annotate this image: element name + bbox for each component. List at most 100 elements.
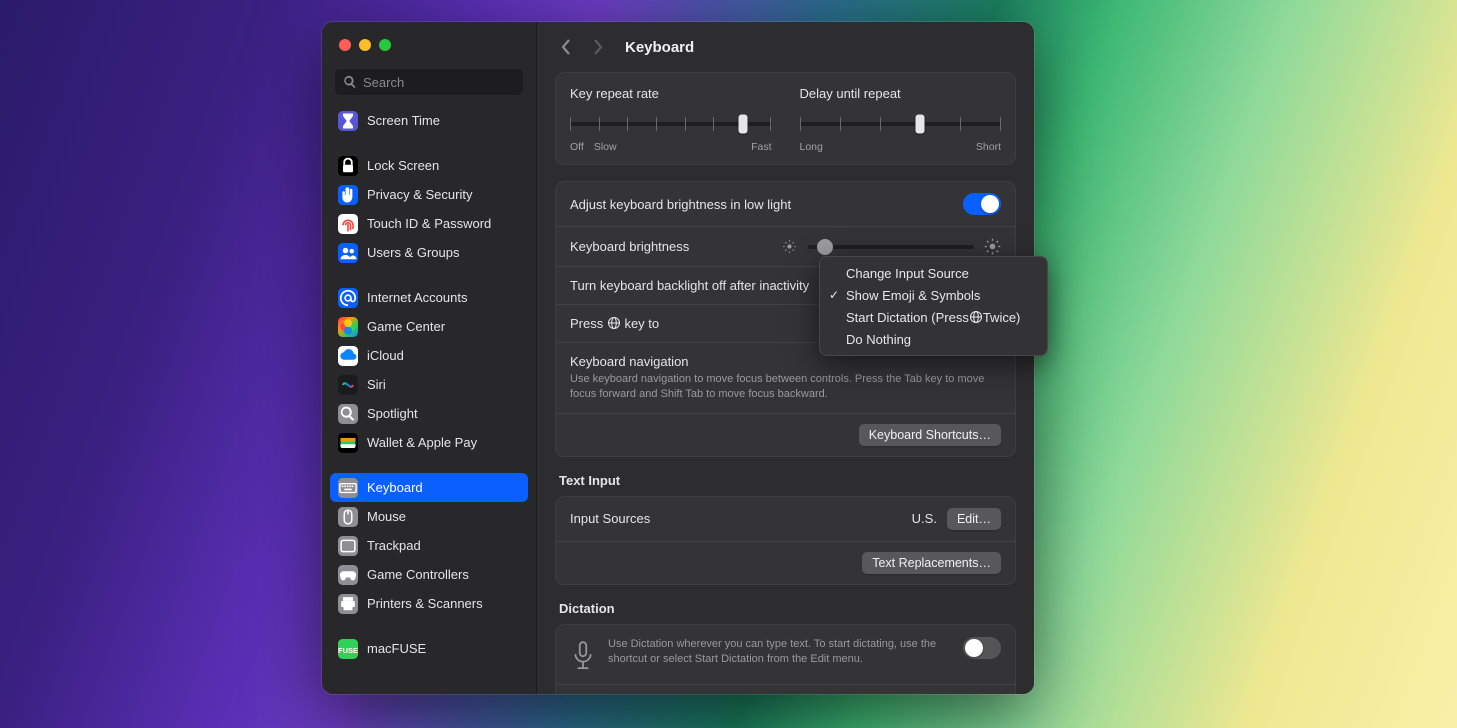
- auto-brightness-toggle[interactable]: [963, 193, 1001, 215]
- globe-key-dropdown[interactable]: Change Input SourceShow Emoji & SymbolsS…: [819, 256, 1048, 356]
- brightness-slider[interactable]: [781, 238, 1001, 255]
- delay-repeat-label: Delay until repeat: [800, 86, 1002, 101]
- key-repeat-label: Key repeat rate: [570, 86, 772, 101]
- users-icon: [338, 243, 358, 263]
- sidebar-item-screen-time[interactable]: Screen Time: [330, 106, 528, 135]
- sidebar-item-label: Lock Screen: [367, 158, 439, 173]
- back-button[interactable]: [555, 33, 577, 61]
- trackpad-icon: [338, 536, 358, 556]
- forward-button[interactable]: [587, 33, 609, 61]
- svg-text:FUSE: FUSE: [338, 645, 358, 654]
- delay-repeat-slider[interactable]: [800, 115, 1002, 133]
- lock-icon: [338, 156, 358, 176]
- dictation-toggle[interactable]: [963, 637, 1001, 659]
- settings-scroll[interactable]: Key repeat rate Off Slow Fast: [537, 72, 1034, 694]
- sidebar-item-label: Siri: [367, 377, 386, 392]
- sidebar-item-game-controllers[interactable]: Game Controllers: [330, 560, 528, 589]
- hand-icon: [338, 185, 358, 205]
- sidebar-item-icloud[interactable]: iCloud: [330, 341, 528, 370]
- keyboard-nav-desc: Use keyboard navigation to move focus be…: [570, 372, 1001, 402]
- sidebar-item-game-center[interactable]: Game Center: [330, 312, 528, 341]
- controller-icon: [338, 565, 358, 585]
- keyboard-icon: [338, 478, 358, 498]
- sidebar-item-label: Mouse: [367, 509, 406, 524]
- traffic-lights: [322, 22, 536, 62]
- brightness-label: Keyboard brightness: [570, 239, 689, 254]
- sidebar-item-label: Printers & Scanners: [367, 596, 483, 611]
- sidebar-item-label: Game Center: [367, 319, 445, 334]
- input-sources-edit-button[interactable]: Edit…: [947, 508, 1001, 530]
- sidebar-item-wallet-apple-pay[interactable]: Wallet & Apple Pay: [330, 428, 528, 457]
- sidebar: Screen Time Lock Screen Privacy & Security…: [322, 22, 537, 694]
- globe-option-2[interactable]: Start Dictation (Press Twice): [820, 306, 1047, 328]
- sidebar-item-label: Game Controllers: [367, 567, 469, 582]
- sidebar-item-label: Spotlight: [367, 406, 418, 421]
- backlight-off-label: Turn keyboard backlight off after inacti…: [570, 278, 809, 293]
- page-title: Keyboard: [625, 39, 694, 56]
- minimize-button[interactable]: [359, 39, 371, 51]
- sidebar-item-macfuse[interactable]: FUSE macFUSE: [330, 634, 528, 663]
- globe-icon: [969, 310, 983, 324]
- sidebar-item-printers-scanners[interactable]: Printers & Scanners: [330, 589, 528, 618]
- content-pane: Keyboard Key repeat rate Off S: [537, 22, 1034, 694]
- cloud-icon: [338, 346, 358, 366]
- sidebar-item-label: Touch ID & Password: [367, 216, 491, 231]
- search-icon: [338, 404, 358, 424]
- globe-key-label: Press key to: [570, 316, 659, 331]
- sidebar-item-label: Trackpad: [367, 538, 421, 553]
- sidebar-item-spotlight[interactable]: Spotlight: [330, 399, 528, 428]
- text-input-section: Text Input: [555, 473, 1016, 496]
- at-icon: [338, 288, 358, 308]
- input-sources-value: U.S.: [912, 511, 937, 526]
- sidebar-item-privacy-security[interactable]: Privacy & Security: [330, 180, 528, 209]
- auto-brightness-label: Adjust keyboard brightness in low light: [570, 197, 791, 212]
- text-input-card: Input Sources U.S. Edit… Text Replacemen…: [555, 496, 1016, 585]
- text-replacements-button[interactable]: Text Replacements…: [862, 552, 1001, 574]
- brightness-low-icon: [781, 238, 798, 255]
- sidebar-item-siri[interactable]: Siri: [330, 370, 528, 399]
- input-sources-label: Input Sources: [570, 511, 650, 526]
- key-repeat-slider[interactable]: [570, 115, 772, 133]
- dictation-section: Dictation: [555, 601, 1016, 624]
- maximize-button[interactable]: [379, 39, 391, 51]
- globe-option-1[interactable]: Show Emoji & Symbols: [820, 284, 1047, 306]
- close-button[interactable]: [339, 39, 351, 51]
- sidebar-item-label: Keyboard: [367, 480, 423, 495]
- globe-option-3[interactable]: Do Nothing: [820, 328, 1047, 350]
- key-repeat-card: Key repeat rate Off Slow Fast: [555, 72, 1016, 165]
- sidebar-item-label: Users & Groups: [367, 245, 459, 260]
- sidebar-item-touch-id-password[interactable]: Touch ID & Password: [330, 209, 528, 238]
- globe-icon: [607, 316, 621, 330]
- sidebar-item-label: macFUSE: [367, 641, 426, 656]
- sidebar-item-keyboard[interactable]: Keyboard: [330, 473, 528, 502]
- gamecenter-icon: [338, 317, 358, 337]
- sidebar-item-trackpad[interactable]: Trackpad: [330, 531, 528, 560]
- brightness-high-icon: [984, 238, 1001, 255]
- sidebar-item-label: Screen Time: [367, 113, 440, 128]
- hourglass-icon: [338, 111, 358, 131]
- sidebar-item-label: iCloud: [367, 348, 404, 363]
- system-settings-window: Screen Time Lock Screen Privacy & Security…: [322, 22, 1034, 694]
- dictation-card: Use Dictation wherever you can type text…: [555, 624, 1016, 694]
- siri-icon: [338, 375, 358, 395]
- search-field[interactable]: [334, 68, 524, 96]
- sidebar-item-internet-accounts[interactable]: Internet Accounts: [330, 283, 528, 312]
- sidebar-item-lock-screen[interactable]: Lock Screen: [330, 151, 528, 180]
- sidebar-item-label: Privacy & Security: [367, 187, 472, 202]
- sidebar-item-label: Wallet & Apple Pay: [367, 435, 477, 450]
- toolbar: Keyboard: [537, 22, 1034, 72]
- globe-option-0[interactable]: Change Input Source: [820, 262, 1047, 284]
- mouse-icon: [338, 507, 358, 527]
- sidebar-list[interactable]: Screen Time Lock Screen Privacy & Security…: [322, 104, 536, 694]
- sidebar-item-mouse[interactable]: Mouse: [330, 502, 528, 531]
- printer-icon: [338, 594, 358, 614]
- sidebar-item-label: Internet Accounts: [367, 290, 467, 305]
- dictation-desc: Use Dictation wherever you can type text…: [608, 637, 951, 667]
- fingerprint-icon: [338, 214, 358, 234]
- keyboard-shortcuts-button[interactable]: Keyboard Shortcuts…: [859, 424, 1001, 446]
- microphone-icon: [570, 640, 596, 673]
- sidebar-item-users-groups[interactable]: Users & Groups: [330, 238, 528, 267]
- search-input[interactable]: [363, 75, 515, 90]
- fuse-icon: FUSE: [338, 639, 358, 659]
- search-icon: [343, 75, 357, 89]
